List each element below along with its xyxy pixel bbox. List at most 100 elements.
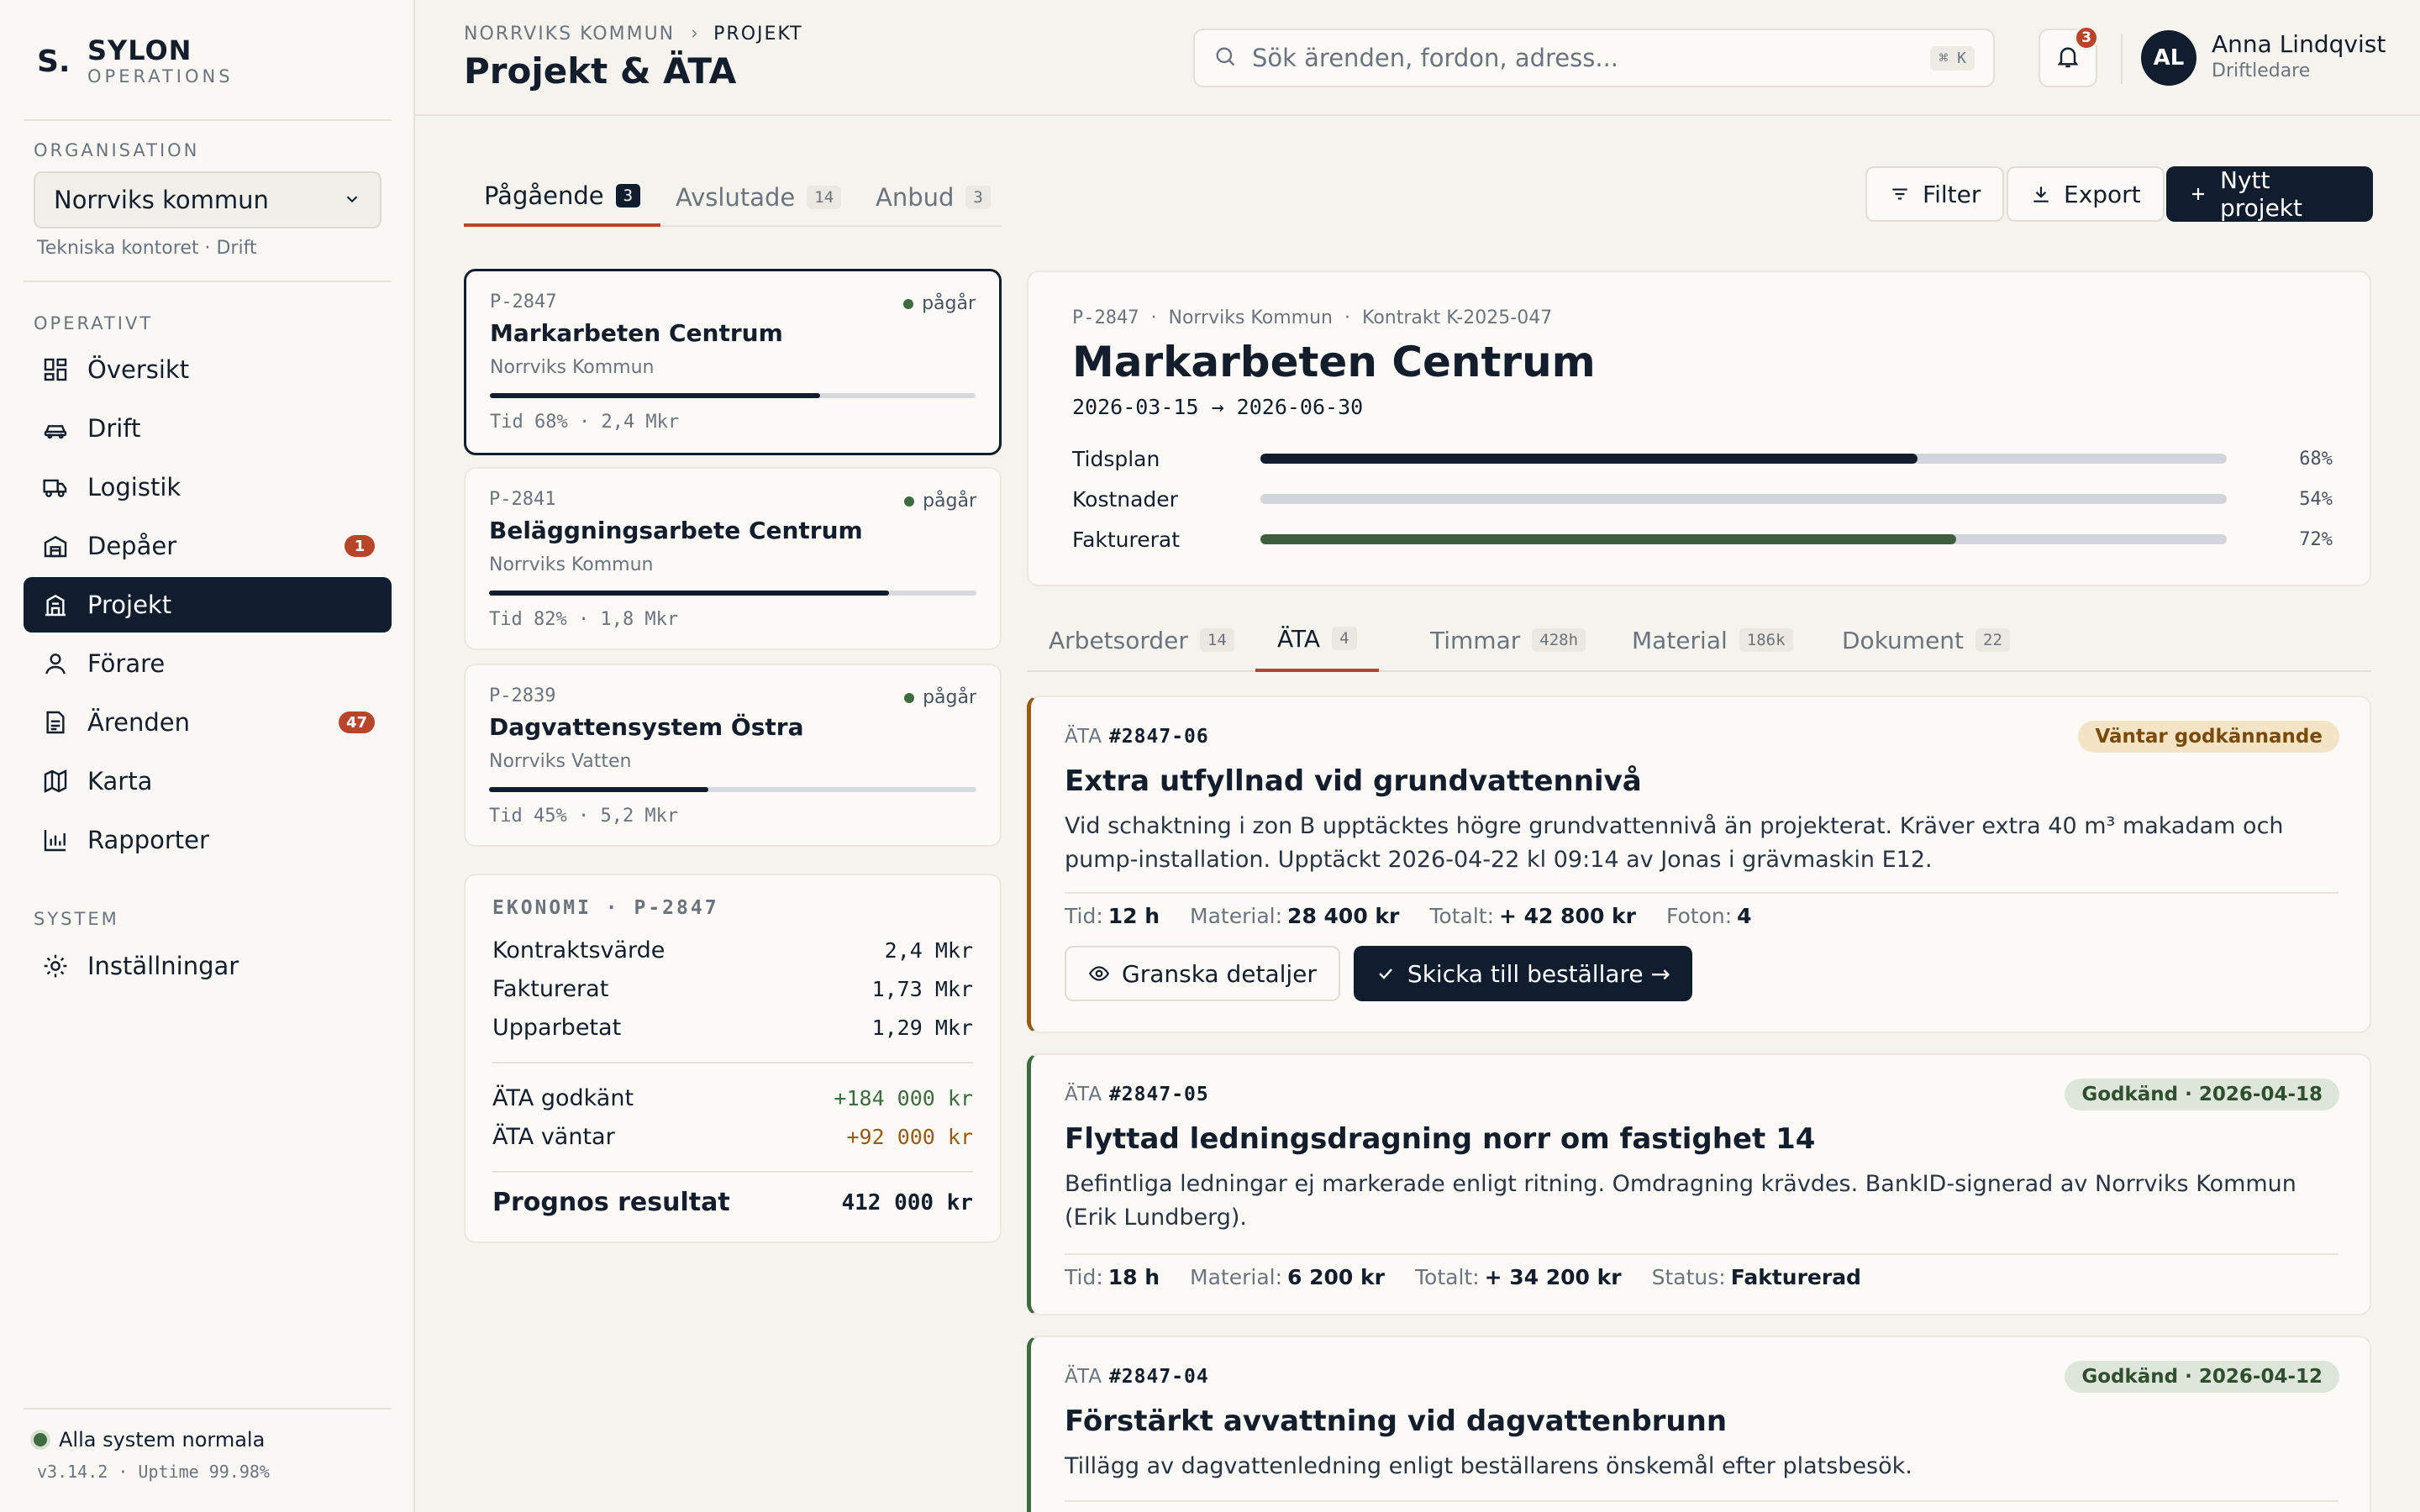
progress-label: Tidsplan [1072,446,1160,471]
sidebar-item-rapporter[interactable]: Rapporter [24,812,392,868]
breadcrumb: NORRVIKS KOMMUN PROJEKT [464,24,803,45]
economy-value: 1,29 Mkr [871,1015,973,1040]
forecast-label: Prognos resultat [492,1188,730,1217]
project-meta: Tid 68% · 2,4 Mkr [490,412,680,433]
tab-count: 3 [965,186,991,209]
ata-title: Förstärkt avvattning vid dagvattenbrunn [1065,1404,1728,1438]
project-meta: Tid 82% · 1,8 Mkr [489,609,679,630]
project-name: Dagvattensystem Östra [489,713,804,741]
sidebar-item-depaer[interactable]: Depåer 1 [24,518,392,574]
economy-label: Kontraktsvärde [492,937,666,963]
sidebar-item-karta[interactable]: Karta [24,753,392,809]
search-input[interactable] [1252,44,1931,72]
sidebar-item-projekt[interactable]: Projekt [24,577,392,633]
tab-label: ÄTA [1277,624,1321,653]
ata-fact: Status: Fakturerad [1652,1265,1861,1289]
tab-label: Timmar [1430,626,1521,654]
economy-row: Kontraktsvärde 2,4 Mkr [492,931,973,969]
project-card[interactable]: P-2847 pågår Markarbeten Centrum Norrvik… [464,269,1002,455]
fact-value: 18 h [1107,1265,1160,1289]
ata-title: Flyttad ledningsdragning norr om fastigh… [1065,1122,1816,1156]
tab-arbetsorder[interactable]: Arbetsorder 14 [1027,608,1256,672]
tab-timmar[interactable]: Timmar 428h [1408,608,1607,672]
send-to-client-label: Skicka till beställare → [1407,959,1671,988]
sidebar-item-oversikt[interactable]: Översikt [24,342,392,397]
sidebar-item-label: Depåer [87,532,177,560]
section-label-operativt: OPERATIVT [34,313,154,333]
divider [2121,34,2123,84]
ata-fact: Totalt: + 34 200 kr [1415,1265,1622,1289]
forecast-result: Prognos resultat 412 000 kr [492,1188,973,1217]
status-badge: Godkänd · 2026-04-12 [2065,1361,2339,1393]
tab-count: 3 [615,184,641,207]
tab-label: Arbetsorder [1049,626,1188,654]
sidebar-item-installningar[interactable]: Inställningar [24,938,392,994]
new-project-button[interactable]: Nytt projekt [2166,166,2373,222]
filter-label: Filter [1923,180,1981,208]
ata-card[interactable]: ÄTA #2847-04 Godkänd · 2026-04-12 Förstär… [1027,1336,2371,1512]
system-status-text: Alla system normala [59,1428,266,1452]
brand-logo[interactable]: S. SYLON OPERATIONS [37,35,234,87]
send-to-client-button[interactable]: Skicka till beställare → [1353,946,1693,1001]
user-name[interactable]: Anna Lindqvist [2212,30,2386,58]
tab-ata[interactable]: ÄTA 4 [1255,608,1379,672]
fact-key: Totalt: [1429,904,1495,928]
progress-row-fakturerat: Fakturerat 72% [1072,524,2333,554]
tab-material[interactable]: Material 186k [1610,608,1815,672]
new-project-label: Nytt projekt [2220,166,2302,222]
status-dot-icon [903,298,914,309]
search-bar[interactable]: ⌘ K [1193,29,1995,87]
project-client: Norrviks Kommun [490,357,655,378]
fact-value: Fakturerad [1730,1265,1861,1289]
economy-label: Fakturerat [492,975,609,1002]
sidebar-item-forare[interactable]: Förare [24,636,392,691]
project-progress-bar [490,393,976,398]
fact-value: 4 [1737,904,1752,928]
grid-icon [40,354,71,385]
count-badge: 47 [338,711,375,733]
sidebar: S. SYLON OPERATIONS ORGANISATION Norrvik… [0,0,415,1512]
ata-card[interactable]: ÄTA #2847-06 Väntar godkännande Extra utf… [1027,696,2371,1033]
ata-description: Befintliga ledningar ej markerade enligt… [1065,1171,2296,1231]
bell-icon [2054,43,2081,73]
notification-count-badge: 3 [2074,25,2099,50]
ata-card[interactable]: ÄTA #2847-05 Godkänd · 2026-04-18 Flyttad… [1027,1053,2371,1315]
organisation-select[interactable]: Norrviks kommun [34,171,381,228]
ata-number: #2847-04 [1108,1366,1209,1388]
map-icon [40,766,71,796]
section-label-system: SYSTEM [34,909,119,929]
tab-label: Anbud [876,183,955,212]
ata-title: Extra utfyllnad vid grundvattennivå [1065,764,1642,798]
sidebar-item-arenden[interactable]: Ärenden 47 [24,695,392,750]
project-meta: Tid 45% · 5,2 Mkr [489,806,679,827]
tab-label: Material [1632,626,1728,654]
notifications-button[interactable]: 3 [2039,25,2099,87]
ata-id: ÄTA #2847-05 [1065,1084,1209,1105]
export-button[interactable]: Export [2007,166,2165,222]
status-dot-icon [34,1433,47,1446]
progress-fill [1260,494,1782,504]
project-card[interactable]: P-2841 pågår Beläggningsarbete Centrum N… [464,467,1002,650]
tab-avslutade[interactable]: Avslutade 14 [655,168,861,227]
review-details-button[interactable]: Granska detaljer [1065,946,1340,1001]
breadcrumb-root[interactable]: NORRVIKS KOMMUN [464,24,675,45]
project-status-text: pågår [922,293,976,314]
eye-icon [1088,963,1110,984]
economy-row: ÄTA väntar +92 000 kr [492,1117,973,1156]
tab-pagaende[interactable]: Pågående 3 [464,168,661,227]
tab-anbud[interactable]: Anbud 3 [855,168,1011,227]
detail-dates: 2026-03-15 → 2026-06-30 [1072,395,1364,419]
tab-dokument[interactable]: Dokument 22 [1820,608,2032,672]
sidebar-item-label: Karta [87,767,153,795]
detail-id: P-2847 [1072,307,1139,328]
filter-button[interactable]: Filter [1865,166,2005,222]
ata-number: #2847-06 [1108,726,1209,748]
ata-description: Vid schaktning i zon B upptäcktes högre … [1065,813,2284,873]
project-card[interactable]: P-2839 pågår Dagvattensystem Östra Norrv… [464,664,1002,847]
brand-subtitle: OPERATIONS [87,66,234,87]
ata-fact: Tid: 18 h [1065,1265,1160,1289]
progress-track [1260,494,2227,504]
avatar[interactable]: AL [2141,30,2196,86]
project-status-text: pågår [923,687,976,708]
detail-contract: Kontrakt K-2025-047 [1361,307,1553,328]
